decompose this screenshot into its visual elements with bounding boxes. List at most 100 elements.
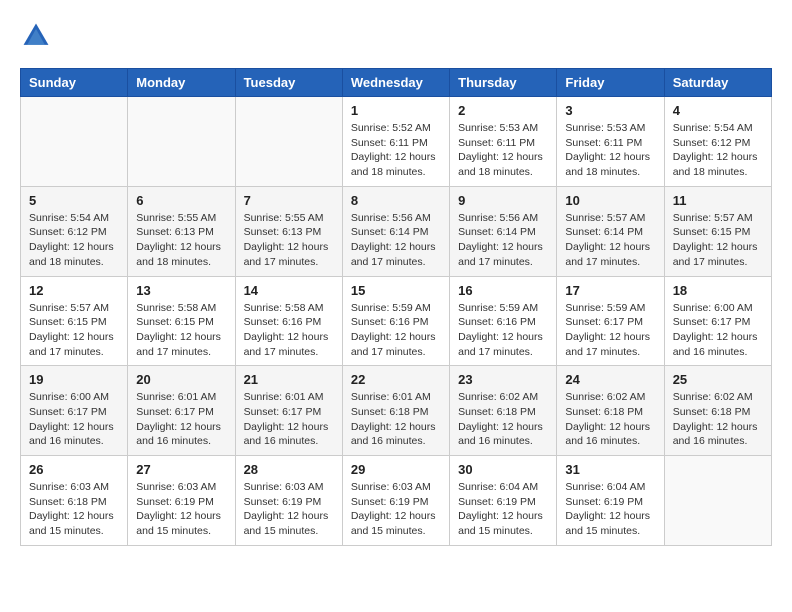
day-info: Sunrise: 5:57 AM Sunset: 6:15 PM Dayligh… xyxy=(673,211,763,270)
day-info: Sunrise: 6:03 AM Sunset: 6:19 PM Dayligh… xyxy=(351,480,441,539)
day-number: 23 xyxy=(458,372,548,387)
calendar-week-row: 5Sunrise: 5:54 AM Sunset: 6:12 PM Daylig… xyxy=(21,186,772,276)
day-number: 11 xyxy=(673,193,763,208)
calendar-cell: 14 Sunrise: 5:58 AM Sunset: 6:16 PM Dayli… xyxy=(235,276,342,366)
day-number: 29 xyxy=(351,462,441,477)
day-number: 31 xyxy=(565,462,655,477)
calendar-cell: 17 Sunrise: 5:59 AM Sunset: 6:17 PM Dayli… xyxy=(557,276,664,366)
calendar-cell xyxy=(235,97,342,187)
calendar-cell: 15 Sunrise: 5:59 AM Sunset: 6:16 PM Dayli… xyxy=(342,276,449,366)
calendar-cell: 6 Sunrise: 5:55 AM Sunset: 6:13 PM Daylig… xyxy=(128,186,235,276)
calendar-cell: 12 Sunrise: 5:57 AM Sunset: 6:15 PM Dayli… xyxy=(21,276,128,366)
calendar-cell: 10Sunrise: 5:57 AM Sunset: 6:14 PM Dayli… xyxy=(557,186,664,276)
calendar-cell: 22 Sunrise: 6:01 AM Sunset: 6:18 PM Dayli… xyxy=(342,366,449,456)
day-header-tuesday: Tuesday xyxy=(235,69,342,97)
day-number: 27 xyxy=(136,462,226,477)
calendar-cell: 21Sunrise: 6:01 AM Sunset: 6:17 PM Dayli… xyxy=(235,366,342,456)
day-info: Sunrise: 5:53 AM Sunset: 6:11 PM Dayligh… xyxy=(565,121,655,180)
calendar-cell: 31 Sunrise: 6:04 AM Sunset: 6:19 PM Dayli… xyxy=(557,456,664,546)
calendar-cell: 28Sunrise: 6:03 AM Sunset: 6:19 PM Dayli… xyxy=(235,456,342,546)
calendar-cell: 19 Sunrise: 6:00 AM Sunset: 6:17 PM Dayli… xyxy=(21,366,128,456)
day-number: 4 xyxy=(673,103,763,118)
day-info: Sunrise: 5:55 AM Sunset: 6:13 PM Dayligh… xyxy=(244,211,334,270)
day-number: 24 xyxy=(565,372,655,387)
day-number: 18 xyxy=(673,283,763,298)
calendar-cell xyxy=(128,97,235,187)
calendar-cell: 20 Sunrise: 6:01 AM Sunset: 6:17 PM Dayli… xyxy=(128,366,235,456)
day-number: 22 xyxy=(351,372,441,387)
day-number: 1 xyxy=(351,103,441,118)
day-number: 2 xyxy=(458,103,548,118)
day-number: 30 xyxy=(458,462,548,477)
day-info: Sunrise: 6:03 AM Sunset: 6:18 PM Dayligh… xyxy=(29,480,119,539)
day-info: Sunrise: 6:04 AM Sunset: 6:19 PM Dayligh… xyxy=(565,480,655,539)
calendar-cell: 3 Sunrise: 5:53 AM Sunset: 6:11 PM Daylig… xyxy=(557,97,664,187)
calendar-cell: 27 Sunrise: 6:03 AM Sunset: 6:19 PM Dayli… xyxy=(128,456,235,546)
day-info: Sunrise: 5:53 AM Sunset: 6:11 PM Dayligh… xyxy=(458,121,548,180)
day-number: 17 xyxy=(565,283,655,298)
day-info: Sunrise: 5:56 AM Sunset: 6:14 PM Dayligh… xyxy=(351,211,441,270)
day-info: Sunrise: 5:57 AM Sunset: 6:15 PM Dayligh… xyxy=(29,301,119,360)
day-number: 25 xyxy=(673,372,763,387)
calendar-cell: 9 Sunrise: 5:56 AM Sunset: 6:14 PM Daylig… xyxy=(450,186,557,276)
calendar-cell: 11 Sunrise: 5:57 AM Sunset: 6:15 PM Dayli… xyxy=(664,186,771,276)
day-info: Sunrise: 6:01 AM Sunset: 6:17 PM Dayligh… xyxy=(136,390,226,449)
day-info: Sunrise: 5:59 AM Sunset: 6:16 PM Dayligh… xyxy=(458,301,548,360)
day-header-monday: Monday xyxy=(128,69,235,97)
calendar-week-row: 12 Sunrise: 5:57 AM Sunset: 6:15 PM Dayli… xyxy=(21,276,772,366)
day-header-friday: Friday xyxy=(557,69,664,97)
day-info: Sunrise: 6:02 AM Sunset: 6:18 PM Dayligh… xyxy=(565,390,655,449)
day-number: 6 xyxy=(136,193,226,208)
day-header-sunday: Sunday xyxy=(21,69,128,97)
day-info: Sunrise: 6:01 AM Sunset: 6:17 PM Dayligh… xyxy=(244,390,334,449)
logo xyxy=(20,20,56,52)
calendar-cell: 26 Sunrise: 6:03 AM Sunset: 6:18 PM Dayli… xyxy=(21,456,128,546)
day-info: Sunrise: 6:00 AM Sunset: 6:17 PM Dayligh… xyxy=(29,390,119,449)
day-header-saturday: Saturday xyxy=(664,69,771,97)
calendar-cell xyxy=(664,456,771,546)
day-header-thursday: Thursday xyxy=(450,69,557,97)
day-info: Sunrise: 6:01 AM Sunset: 6:18 PM Dayligh… xyxy=(351,390,441,449)
calendar-cell: 4 Sunrise: 5:54 AM Sunset: 6:12 PM Daylig… xyxy=(664,97,771,187)
day-number: 28 xyxy=(244,462,334,477)
day-info: Sunrise: 6:02 AM Sunset: 6:18 PM Dayligh… xyxy=(458,390,548,449)
day-info: Sunrise: 5:56 AM Sunset: 6:14 PM Dayligh… xyxy=(458,211,548,270)
day-number: 3 xyxy=(565,103,655,118)
day-number: 9 xyxy=(458,193,548,208)
calendar-cell xyxy=(21,97,128,187)
day-number: 20 xyxy=(136,372,226,387)
day-number: 13 xyxy=(136,283,226,298)
day-number: 16 xyxy=(458,283,548,298)
calendar-cell: 18 Sunrise: 6:00 AM Sunset: 6:17 PM Dayli… xyxy=(664,276,771,366)
calendar-cell: 25Sunrise: 6:02 AM Sunset: 6:18 PM Dayli… xyxy=(664,366,771,456)
day-number: 8 xyxy=(351,193,441,208)
day-info: Sunrise: 5:57 AM Sunset: 6:14 PM Dayligh… xyxy=(565,211,655,270)
day-number: 12 xyxy=(29,283,119,298)
day-info: Sunrise: 5:58 AM Sunset: 6:16 PM Dayligh… xyxy=(244,301,334,360)
day-number: 7 xyxy=(244,193,334,208)
calendar-cell: 24 Sunrise: 6:02 AM Sunset: 6:18 PM Dayli… xyxy=(557,366,664,456)
day-info: Sunrise: 6:03 AM Sunset: 6:19 PM Dayligh… xyxy=(136,480,226,539)
day-info: Sunrise: 5:54 AM Sunset: 6:12 PM Dayligh… xyxy=(673,121,763,180)
calendar-table: SundayMondayTuesdayWednesdayThursdayFrid… xyxy=(20,68,772,546)
day-number: 26 xyxy=(29,462,119,477)
logo-icon xyxy=(20,20,52,52)
day-info: Sunrise: 6:04 AM Sunset: 6:19 PM Dayligh… xyxy=(458,480,548,539)
calendar-cell: 23 Sunrise: 6:02 AM Sunset: 6:18 PM Dayli… xyxy=(450,366,557,456)
day-info: Sunrise: 6:00 AM Sunset: 6:17 PM Dayligh… xyxy=(673,301,763,360)
calendar-week-row: 19 Sunrise: 6:00 AM Sunset: 6:17 PM Dayli… xyxy=(21,366,772,456)
page-header xyxy=(20,20,772,52)
calendar-header-row: SundayMondayTuesdayWednesdayThursdayFrid… xyxy=(21,69,772,97)
day-number: 15 xyxy=(351,283,441,298)
calendar-week-row: 1 Sunrise: 5:52 AM Sunset: 6:11 PM Daylig… xyxy=(21,97,772,187)
day-number: 5 xyxy=(29,193,119,208)
day-info: Sunrise: 5:59 AM Sunset: 6:16 PM Dayligh… xyxy=(351,301,441,360)
calendar-cell: 13 Sunrise: 5:58 AM Sunset: 6:15 PM Dayli… xyxy=(128,276,235,366)
day-info: Sunrise: 5:55 AM Sunset: 6:13 PM Dayligh… xyxy=(136,211,226,270)
day-number: 19 xyxy=(29,372,119,387)
day-info: Sunrise: 5:52 AM Sunset: 6:11 PM Dayligh… xyxy=(351,121,441,180)
calendar-cell: 8 Sunrise: 5:56 AM Sunset: 6:14 PM Daylig… xyxy=(342,186,449,276)
day-info: Sunrise: 5:58 AM Sunset: 6:15 PM Dayligh… xyxy=(136,301,226,360)
day-info: Sunrise: 5:59 AM Sunset: 6:17 PM Dayligh… xyxy=(565,301,655,360)
day-number: 14 xyxy=(244,283,334,298)
